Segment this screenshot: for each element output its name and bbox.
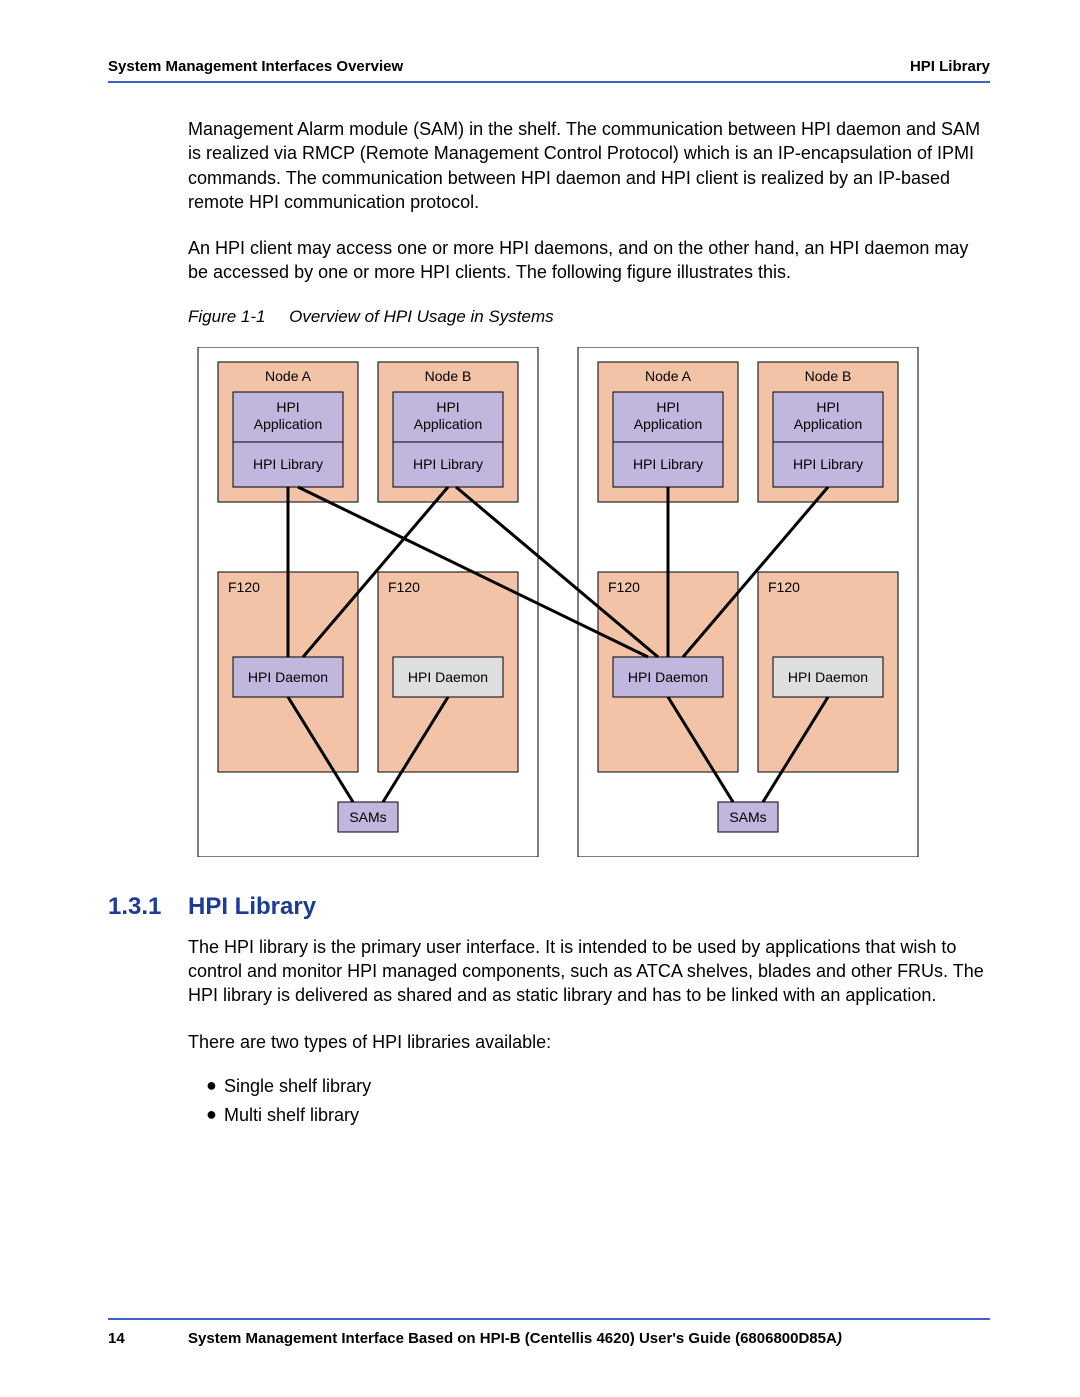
intro-text: Management Alarm module (SAM) in the she…: [188, 117, 990, 285]
node-b1-app-l2: Application: [414, 416, 483, 432]
list-item: ● Multi shelf library: [206, 1105, 990, 1126]
node-b1-app-l1: HPI: [436, 399, 459, 415]
list-item-text: Multi shelf library: [224, 1105, 359, 1126]
list-item: ● Single shelf library: [206, 1076, 990, 1097]
page-footer: 14 System Management Interface Based on …: [108, 1318, 990, 1347]
f120-1b-daemon: HPI Daemon: [408, 669, 488, 685]
node-a2-app-l1: HPI: [656, 399, 679, 415]
node-a1-lib: HPI Library: [253, 456, 323, 472]
node-a2-lib: HPI Library: [633, 456, 703, 472]
f120-1a-label: F120: [228, 579, 260, 595]
hpi-system-diagram: Node A HPI Application HPI Library Node …: [188, 347, 948, 857]
footer-main: System Management Interface Based on HPI…: [188, 1330, 837, 1347]
node-b2-app-l2: Application: [794, 416, 863, 432]
node-b1-lib: HPI Library: [413, 456, 483, 472]
paragraph-2: An HPI client may access one or more HPI…: [188, 236, 990, 285]
section-p1: The HPI library is the primary user inte…: [188, 935, 990, 1008]
sam-1: SAMs: [349, 809, 386, 825]
f120-1b-label: F120: [388, 579, 420, 595]
footer-suffix: ): [837, 1330, 842, 1347]
node-a2-app-l2: Application: [634, 416, 703, 432]
f120-2a-label: F120: [608, 579, 640, 595]
page-number: 14: [108, 1330, 188, 1347]
footer-text: System Management Interface Based on HPI…: [188, 1330, 990, 1347]
section-title: HPI Library: [188, 893, 316, 920]
figure-title: Overview of HPI Usage in Systems: [289, 307, 554, 326]
figure-caption: Figure 1-1 Overview of HPI Usage in Syst…: [188, 307, 990, 327]
list-item-text: Single shelf library: [224, 1076, 371, 1097]
page-header: System Management Interfaces Overview HP…: [108, 58, 990, 83]
section-number: 1.3.1: [108, 893, 188, 921]
section-body: The HPI library is the primary user inte…: [188, 935, 990, 1054]
node-b2-label: Node B: [805, 368, 852, 384]
bullet-icon: ●: [206, 1105, 224, 1126]
figure-label: Figure 1-1: [188, 307, 265, 326]
node-b2-lib: HPI Library: [793, 456, 863, 472]
section-p2: There are two types of HPI libraries ava…: [188, 1030, 990, 1054]
page: System Management Interfaces Overview HP…: [0, 0, 1080, 1397]
node-a1-label: Node A: [265, 368, 312, 384]
node-a1-app-l2: Application: [254, 416, 323, 432]
section-heading: 1.3.1HPI Library: [108, 893, 990, 921]
f120-2b-daemon: HPI Daemon: [788, 669, 868, 685]
f120-1a-daemon: HPI Daemon: [248, 669, 328, 685]
node-a2-label: Node A: [645, 368, 692, 384]
node-b2-app-l1: HPI: [816, 399, 839, 415]
bullet-icon: ●: [206, 1076, 224, 1097]
node-a1-app-l1: HPI: [276, 399, 299, 415]
node-b1-label: Node B: [425, 368, 472, 384]
sam-2: SAMs: [729, 809, 766, 825]
header-right: HPI Library: [910, 58, 990, 75]
paragraph-1: Management Alarm module (SAM) in the she…: [188, 117, 990, 214]
f120-2a-daemon: HPI Daemon: [628, 669, 708, 685]
library-types-list: ● Single shelf library ● Multi shelf lib…: [206, 1076, 990, 1126]
header-left: System Management Interfaces Overview: [108, 58, 403, 75]
f120-2b-label: F120: [768, 579, 800, 595]
